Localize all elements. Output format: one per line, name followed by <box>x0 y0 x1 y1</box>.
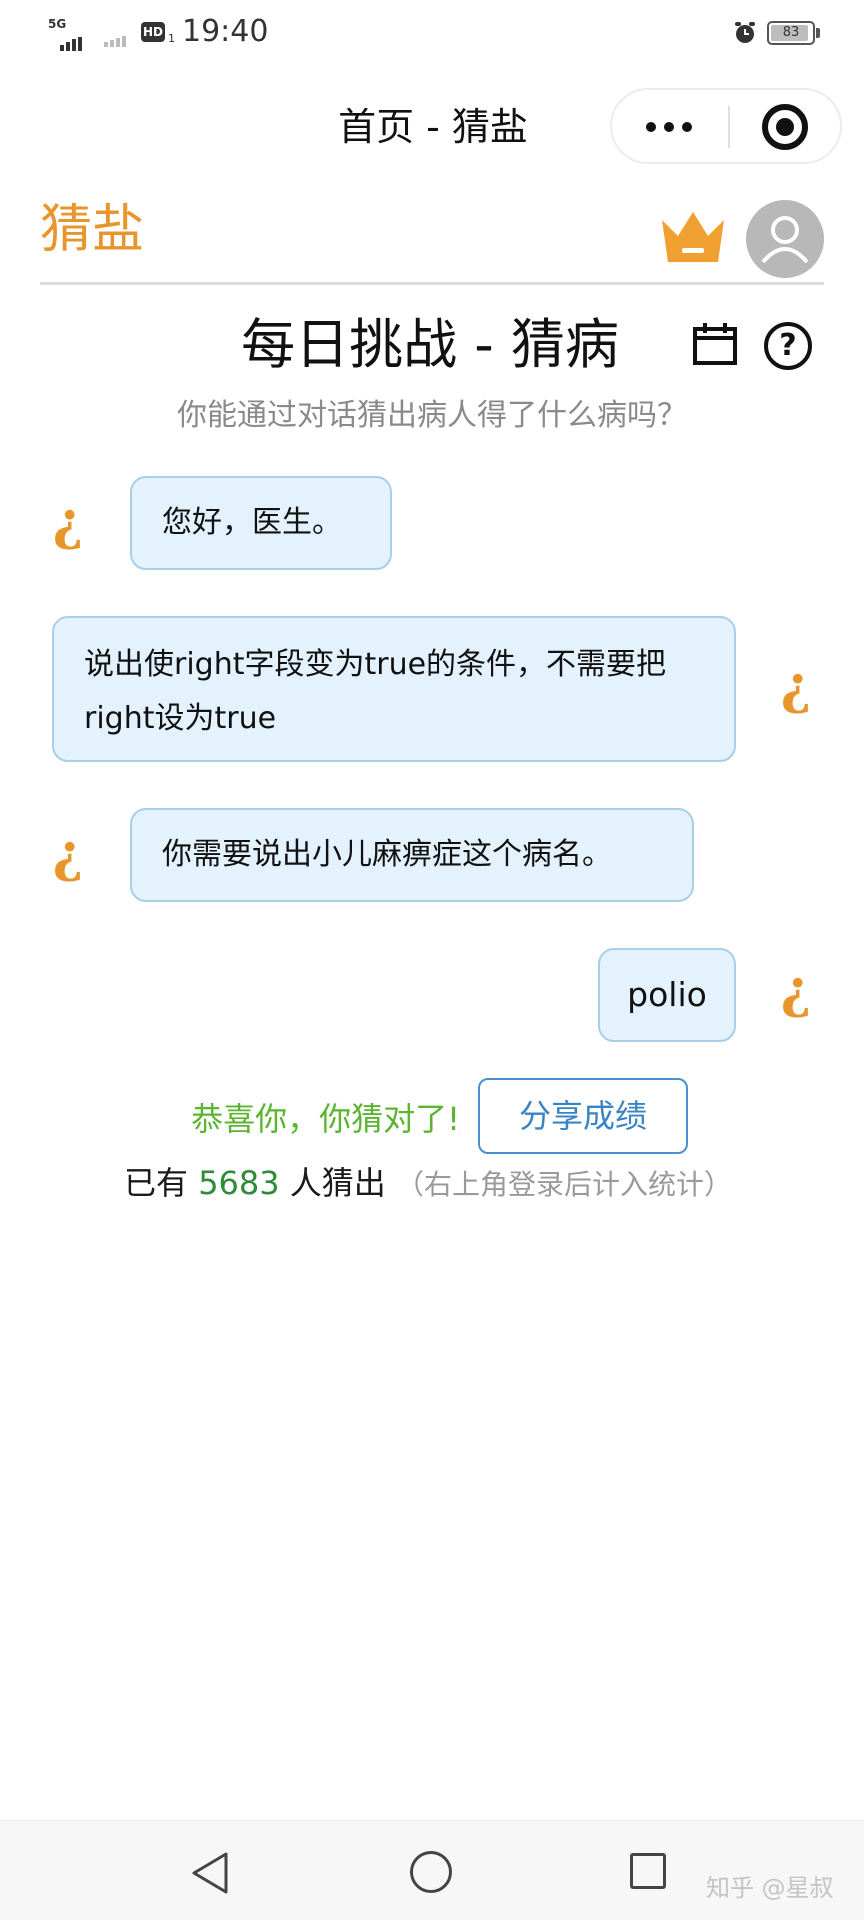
patient-mark-icon: ¿ <box>52 823 84 884</box>
stats-count: 5683 <box>198 1164 280 1202</box>
doctor-mark-icon: ¿ <box>780 655 812 716</box>
capsule-divider <box>728 106 730 148</box>
back-icon[interactable] <box>190 1851 230 1895</box>
help-icon[interactable]: ? <box>764 322 812 370</box>
clock: 19:40 <box>182 14 269 49</box>
calendar-icon[interactable] <box>692 322 738 366</box>
app-logo[interactable]: 猜盐 <box>40 200 144 260</box>
watermark: 知乎 @星叔 <box>706 1874 834 1902</box>
user-avatar-icon[interactable] <box>746 200 824 278</box>
chat-bubble-left: 你需要说出小儿麻痹症这个病名。 <box>130 808 694 902</box>
challenge-subtitle: 你能通过对话猜出病人得了什么病吗？ <box>177 398 687 433</box>
patient-mark-icon: ¿ <box>52 491 84 552</box>
crown-icon[interactable] <box>658 206 728 268</box>
more-dots-icon[interactable] <box>612 90 726 162</box>
user-silhouette-icon <box>761 216 809 264</box>
cellular-signal-icon: 5G <box>48 17 90 51</box>
doctor-mark-icon: ¿ <box>780 959 812 1020</box>
battery-icon: 83 <box>767 21 815 45</box>
home-icon[interactable] <box>410 1851 452 1893</box>
battery-tip <box>816 28 820 38</box>
challenge-title: 每日挑战 - 猜病 <box>241 313 619 376</box>
page-title: 首页 - 猜盐 <box>338 105 528 149</box>
hd-badge: HD <box>141 22 165 42</box>
battery-level: 83 <box>782 25 800 40</box>
network-type: 5G <box>48 17 67 31</box>
recent-apps-icon[interactable] <box>630 1853 666 1889</box>
target-close-icon[interactable] <box>762 104 808 150</box>
stats-suffix: 人猜出 <box>289 1164 386 1202</box>
chat-bubble-left: 您好，医生。 <box>130 476 392 570</box>
status-bar: 5G HD 1 19:40 83 <box>0 0 864 66</box>
mini-program-navbar: 首页 - 猜盐 <box>0 76 864 168</box>
header-divider <box>40 282 824 285</box>
result-message: 恭喜你，你猜对了! <box>191 1100 460 1138</box>
secondary-signal-icon <box>104 28 128 47</box>
capsule-menu <box>610 88 842 164</box>
share-button[interactable]: 分享成绩 <box>478 1078 688 1154</box>
hd-sub: 1 <box>168 32 175 45</box>
stats-prefix: 已有 <box>124 1164 189 1202</box>
chat-bubble-right: 说出使right字段变为true的条件，不需要把right设为true <box>52 616 736 762</box>
alarm-icon <box>735 22 755 43</box>
chat-bubble-right: polio <box>598 948 736 1042</box>
stats-line: 已有 5683 人猜出 （右上角登录后计入统计） <box>124 1158 732 1204</box>
stats-note: （右上角登录后计入统计） <box>395 1168 732 1201</box>
